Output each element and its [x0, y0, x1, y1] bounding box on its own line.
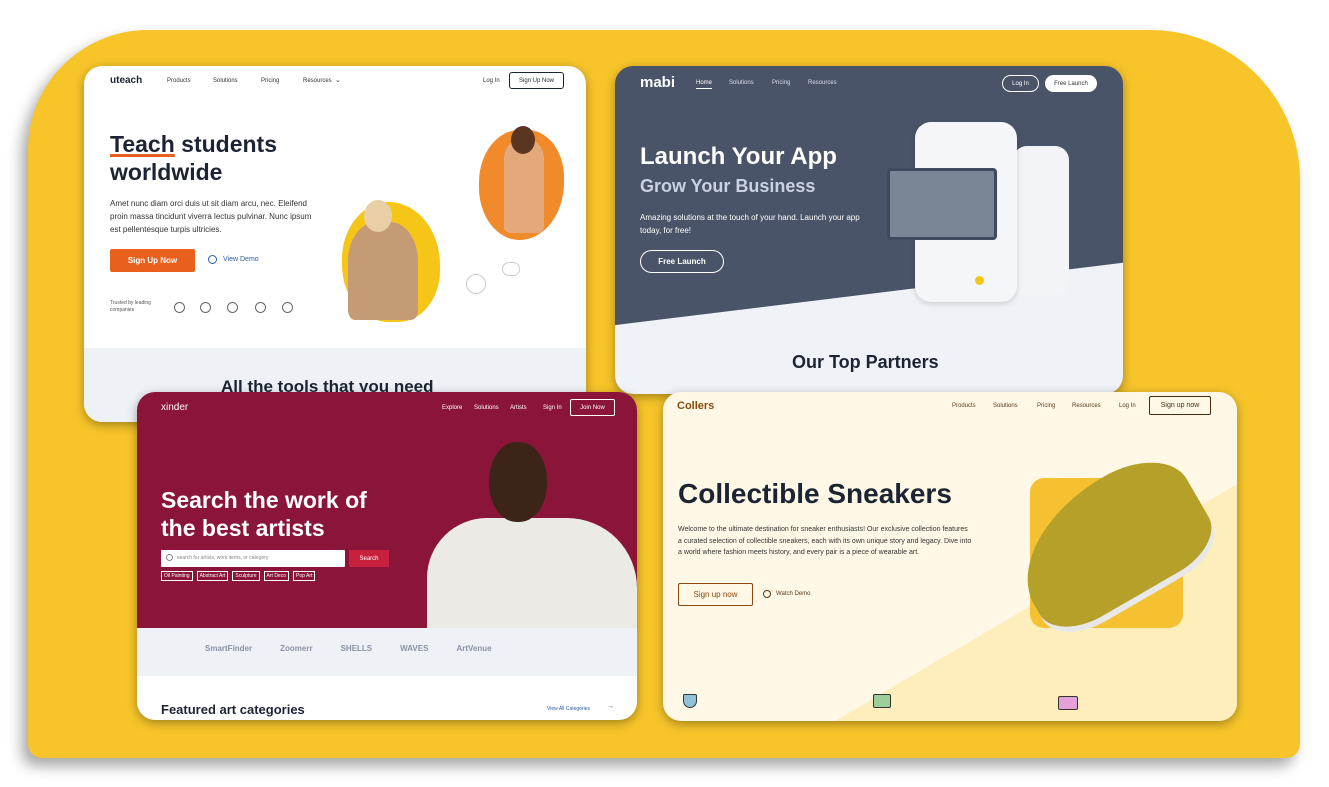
collers-headline: Collectible Sneakers [678, 478, 952, 509]
artist-shirt [427, 518, 637, 628]
uteach-headline-rest: students [181, 131, 278, 157]
xinder-search-button[interactable]: Search [349, 550, 389, 567]
video-thumbnail [887, 168, 997, 240]
xinder-join-button[interactable]: Join Now [570, 399, 615, 416]
teacher-figure [348, 222, 418, 320]
tv-icon [1058, 696, 1078, 710]
uteach-headline-line2: worldwide [110, 159, 223, 185]
collers-nav-pricing[interactable]: Pricing [1037, 403, 1055, 409]
tag-pop-art[interactable]: Pop Art [293, 571, 316, 581]
uteach-landing-card: uteach Products Solutions Pricing Resour… [84, 66, 586, 422]
yellow-dot-icon [975, 276, 984, 285]
company-logo-4 [255, 302, 266, 313]
xinder-tag-list: Oil Painting Abstract Art Sculpture Art … [161, 571, 316, 581]
uteach-headline-highlight: Teach [110, 131, 175, 157]
mabi-login-button[interactable]: Log In [1002, 75, 1039, 92]
company-logo-5 [282, 302, 293, 313]
xinder-section-title: Featured art categories [161, 702, 305, 717]
xinder-search-placeholder: search for artists, work items, or categ… [177, 555, 269, 561]
xinder-nav-signin[interactable]: Sign In [543, 405, 562, 411]
xinder-view-all-link[interactable]: View All Categories [547, 706, 590, 712]
uteach-body-text: Amet nunc diam orci duis ut sit diam arc… [110, 199, 312, 234]
uteach-view-demo-link[interactable]: View Demo [223, 256, 259, 263]
company-logo-3 [227, 302, 238, 313]
xinder-nav-artists[interactable]: Artists [510, 405, 527, 411]
partner-artvenue: ArtVenue [456, 644, 492, 653]
teacher-head [364, 200, 392, 232]
tag-art-deco[interactable]: Art Deco [263, 571, 289, 581]
mabi-landing-card: mabi Home Solutions Pricing Resources Lo… [615, 66, 1123, 394]
arrow-right-icon[interactable]: → [607, 703, 614, 710]
partner-smartfinder: SmartFinder [205, 644, 253, 653]
phone-mockup-back [1013, 146, 1069, 296]
collers-nav-login[interactable]: Log In [1119, 403, 1136, 409]
uteach-signup-button[interactable]: Sign Up Now [509, 72, 564, 89]
xinder-nav-solutions[interactable]: Solutions [474, 405, 499, 411]
uteach-hero-illustration [334, 122, 574, 322]
collers-landing-card: Collers Products Solutions Pricing Resou… [663, 392, 1237, 721]
xinder-landing-card: xinder Explore Solutions Artists Sign In… [137, 392, 637, 720]
company-logo-1 [174, 302, 185, 313]
play-circle-icon[interactable] [208, 255, 217, 264]
xinder-headline-line2: the best artists [161, 515, 325, 541]
uteach-trusted-text: Trusted by leading companies [110, 300, 151, 313]
company-logo-2 [200, 302, 211, 313]
mabi-headline: Launch Your App [640, 143, 837, 170]
xinder-partner-logos: SmartFinder Zoomerr SHELLS WAVES ArtVenu… [205, 644, 492, 653]
trophy-icon [683, 694, 697, 708]
doodle-circle-icon [466, 274, 486, 294]
frame-icon [873, 694, 891, 708]
uteach-nav-resources[interactable]: Resources [303, 78, 332, 84]
partner-zoomerr: Zoomerr [280, 644, 313, 653]
tag-oil-painting[interactable]: Oil Painting [161, 571, 193, 581]
tag-sculpture[interactable]: Sculpture [232, 571, 260, 581]
xinder-search-input[interactable]: search for artists, work items, or categ… [161, 550, 345, 567]
mabi-logo[interactable]: mabi [640, 74, 675, 91]
uteach-nav-products[interactable]: Products [167, 78, 191, 84]
uteach-nav-solutions[interactable]: Solutions [213, 78, 238, 84]
mabi-nav-home[interactable]: Home [696, 80, 713, 89]
mabi-body-text: Amazing solutions at the touch of your h… [640, 213, 860, 235]
play-circle-icon[interactable] [763, 590, 771, 598]
collers-nav-solutions[interactable]: Solutions [993, 403, 1018, 409]
collers-body-text: Welcome to the ultimate destination for … [678, 526, 972, 556]
doodle-cloud-icon [502, 262, 520, 276]
mabi-subheadline: Grow Your Business [640, 176, 816, 196]
student-head [511, 126, 535, 154]
mabi-nav-resources[interactable]: Resources [808, 80, 837, 86]
xinder-headline: Search the work of the best artists [161, 486, 367, 542]
collage-stage: uteach Products Solutions Pricing Resour… [0, 0, 1329, 787]
uteach-signup-cta[interactable]: Sign Up Now [110, 249, 195, 272]
collers-logo[interactable]: Collers [677, 400, 714, 412]
partner-waves: WAVES [400, 644, 429, 653]
mabi-free-launch-cta[interactable]: Free Launch [640, 250, 724, 273]
xinder-logo[interactable]: xinder [161, 402, 188, 413]
mabi-free-launch-nav-button[interactable]: Free Launch [1045, 75, 1097, 92]
chevron-down-icon[interactable]: ⌄ [335, 76, 341, 84]
uteach-logo[interactable]: uteach [110, 75, 142, 86]
collers-nav-products[interactable]: Products [952, 403, 976, 409]
mabi-nav-solutions[interactable]: Solutions [729, 80, 754, 86]
xinder-headline-line1: Search the work of [161, 487, 367, 513]
uteach-headline: Teach students worldwide [110, 130, 277, 186]
mabi-partners-title: Our Top Partners [792, 352, 939, 372]
collers-signup-nav-button[interactable]: Sign up now [1149, 396, 1211, 415]
tag-abstract-art[interactable]: Abstract Art [196, 571, 229, 581]
artist-head [489, 442, 547, 522]
search-icon [166, 554, 173, 561]
xinder-nav-explore[interactable]: Explore [442, 405, 462, 411]
partner-shells: SHELLS [340, 644, 373, 653]
collers-nav-resources[interactable]: Resources [1072, 403, 1101, 409]
collers-signup-cta[interactable]: Sign up now [678, 583, 753, 606]
uteach-nav-pricing[interactable]: Pricing [261, 78, 279, 84]
artist-photo [427, 438, 637, 628]
mabi-nav-pricing[interactable]: Pricing [772, 80, 790, 86]
collers-watch-demo-link[interactable]: Watch Demo [776, 591, 810, 597]
uteach-login-link[interactable]: Log In [483, 78, 500, 84]
